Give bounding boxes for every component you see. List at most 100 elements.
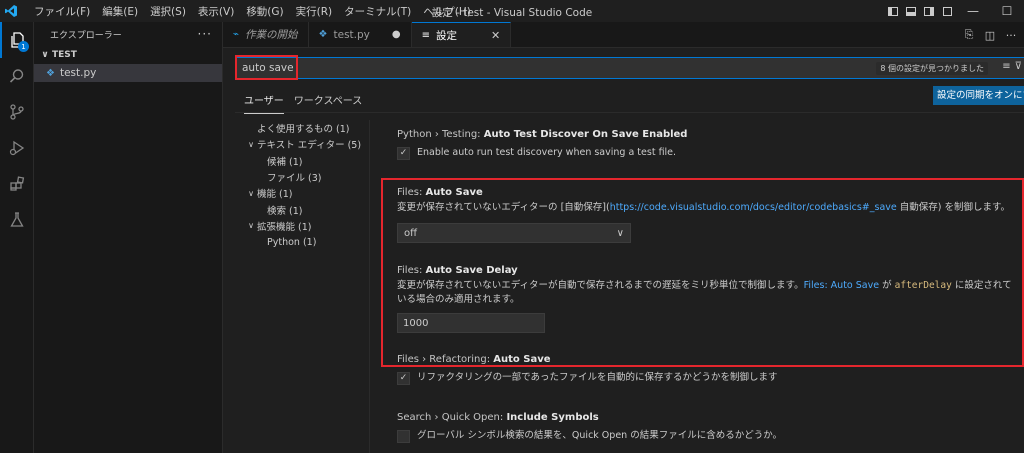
setting-description: リファクタリングの一部であったファイルを自動的に保存するかどうかを制御します: [417, 372, 778, 383]
activity-bar: 1: [0, 22, 34, 453]
setting-title: Files › Refactoring: Auto Save: [397, 354, 1017, 365]
settings-search-input[interactable]: [242, 59, 802, 77]
toc-label: ファイル (3): [267, 173, 322, 185]
tab-label: test.py: [333, 28, 370, 41]
settings-toc: よく使用するもの (1) ∨ テキスト エディター (5) 候補 (1) ファイル…: [245, 120, 365, 250]
vscode-tab-icon: ⌁: [233, 29, 240, 40]
menu-run[interactable]: 実行(R): [290, 4, 339, 19]
menu-go[interactable]: 移動(G): [240, 4, 289, 19]
menu-selection[interactable]: 選択(S): [144, 4, 192, 19]
filter-icon[interactable]: ⊽: [1015, 61, 1022, 72]
toc-label: よく使用するもの (1): [257, 124, 350, 136]
chevron-down-icon: ∨: [41, 50, 49, 60]
toggle-primary-sidebar-icon[interactable]: [885, 0, 901, 22]
settings-tab-icon: ≡: [421, 29, 431, 41]
tab-label: 設定: [436, 29, 458, 42]
toc-item[interactable]: ∨ 拡張機能 (1): [245, 218, 365, 234]
folder-test[interactable]: ∨ TEST: [34, 46, 222, 64]
setting-name: Auto Save: [493, 354, 551, 365]
setting-description: Enable auto run test discovery when savi…: [417, 147, 677, 158]
toggle-secondary-sidebar-icon[interactable]: [921, 0, 937, 22]
toc-item[interactable]: 候補 (1): [245, 153, 365, 169]
settings-scope-tabs: ユーザー ワークスペース: [244, 88, 372, 114]
divider: [235, 112, 1024, 113]
explorer-sidebar: エクスプローラー ··· ∨ TEST ❖ test.py: [34, 22, 223, 453]
menu-file[interactable]: ファイル(F): [28, 4, 96, 19]
chevron-down-icon: ∨: [248, 188, 254, 198]
tab-welcome[interactable]: ⌁ 作業の開始: [223, 22, 309, 47]
toggle-panel-icon[interactable]: [903, 0, 919, 22]
checkbox-checked[interactable]: ✓: [397, 371, 410, 385]
toc-label: 候補 (1): [267, 156, 303, 168]
toc-item[interactable]: ∨ テキスト エディター (5): [245, 136, 365, 152]
tab-settings[interactable]: ≡ 設定 ✕: [411, 22, 512, 47]
chevron-down-icon: ∨: [248, 221, 254, 231]
toc-item[interactable]: ファイル (3): [245, 169, 365, 185]
tab-workspace[interactable]: ワークスペース: [294, 88, 363, 114]
settings-search-box: 8 個の設定が見つかりました ≡ ⊽: [235, 57, 1024, 79]
toc-item[interactable]: ∨ 機能 (1): [245, 185, 365, 201]
menu-bar: ファイル(F) 編集(E) 選択(S) 表示(V) 移動(G) 実行(R) ター…: [28, 4, 477, 19]
setting-title: Python › Testing: Auto Test Discover On …: [397, 129, 1017, 140]
setting-category: Python › Testing:: [397, 129, 484, 140]
editor-area: ⌁ 作業の開始 ❖ test.py ● ≡ 設定 ✕ ⎘ ◫ ··· 8 個の設…: [223, 22, 1024, 453]
toc-label: 検索 (1): [267, 205, 303, 217]
toc-label: 拡張機能 (1): [257, 221, 312, 233]
setting-name: Include Symbols: [506, 412, 599, 423]
file-test-py[interactable]: ❖ test.py: [34, 64, 222, 82]
toc-label: テキスト エディター (5): [257, 140, 362, 152]
explorer-icon[interactable]: 1: [0, 22, 34, 58]
result-count-badge: 8 個の設定が見つかりました: [876, 62, 988, 75]
toc-item[interactable]: Python (1): [245, 234, 365, 250]
toc-item[interactable]: 検索 (1): [245, 201, 365, 217]
testing-icon[interactable]: [0, 202, 34, 238]
checkbox-checked[interactable]: ✓: [397, 146, 410, 160]
setting-search-quick-open-include-symbols: Search › Quick Open: Include Symbols グロー…: [397, 412, 1017, 443]
toc-label: Python (1): [267, 236, 317, 248]
open-settings-json-icon[interactable]: ⎘: [960, 26, 978, 44]
maximize-button[interactable]: ☐: [990, 0, 1024, 22]
setting-title: Search › Quick Open: Include Symbols: [397, 412, 1017, 423]
checkbox-unchecked[interactable]: [397, 429, 410, 443]
toc-divider: [369, 120, 370, 453]
tab-test-py[interactable]: ❖ test.py ●: [309, 22, 412, 47]
editor-tabs: ⌁ 作業の開始 ❖ test.py ● ≡ 設定 ✕ ⎘ ◫ ···: [223, 22, 1024, 48]
menu-terminal[interactable]: ターミナル(T): [338, 4, 417, 19]
sidebar-title: エクスプローラー: [50, 30, 122, 41]
clear-filter-icon[interactable]: ≡: [1002, 61, 1010, 72]
settings-highlight-box: [381, 178, 1024, 367]
tab-label: 作業の開始: [245, 29, 298, 41]
run-debug-icon[interactable]: [0, 130, 34, 166]
setting-description: グローバル シンボル検索の結果を、Quick Open の結果ファイルに含めるか…: [417, 430, 783, 441]
menu-help[interactable]: ヘルプ(H): [417, 4, 477, 19]
setting-python-auto-test-discover: Python › Testing: Auto Test Discover On …: [397, 129, 1017, 160]
search-highlight-box: [235, 55, 298, 80]
setting-category: Files › Refactoring:: [397, 354, 494, 365]
more-actions-button[interactable]: ···: [198, 27, 212, 41]
split-editor-icon[interactable]: ◫: [981, 26, 999, 44]
source-control-icon[interactable]: [0, 94, 34, 130]
python-file-icon: ❖: [318, 29, 328, 40]
chevron-down-icon: ∨: [248, 139, 254, 149]
title-bar: ファイル(F) 編集(E) 選択(S) 表示(V) 移動(G) 実行(R) ター…: [0, 0, 1024, 22]
explorer-badge: 1: [18, 41, 29, 52]
extensions-icon[interactable]: [0, 166, 34, 202]
setting-category: Search › Quick Open:: [397, 412, 507, 423]
turn-on-settings-sync-button[interactable]: 設定の同期をオンにする: [933, 86, 1024, 105]
menu-edit[interactable]: 編集(E): [96, 4, 144, 19]
toc-item[interactable]: よく使用するもの (1): [245, 120, 365, 136]
vscode-logo-icon: [0, 0, 22, 22]
folder-label: TEST: [52, 50, 77, 60]
menu-view[interactable]: 表示(V): [192, 4, 240, 19]
more-actions-icon[interactable]: ···: [1002, 26, 1020, 44]
customize-layout-icon[interactable]: [939, 0, 955, 22]
unsaved-dot-icon[interactable]: ●: [392, 29, 401, 40]
search-icon[interactable]: [0, 58, 34, 94]
tab-user[interactable]: ユーザー: [244, 88, 284, 114]
setting-files-refactoring-auto-save: Files › Refactoring: Auto Save ✓ リファクタリン…: [397, 354, 1017, 385]
minimize-button[interactable]: —: [956, 0, 990, 22]
file-label: test.py: [59, 67, 97, 79]
close-icon[interactable]: ✕: [491, 29, 500, 42]
toc-label: 機能 (1): [257, 189, 293, 201]
setting-name: Auto Test Discover On Save Enabled: [483, 129, 688, 140]
